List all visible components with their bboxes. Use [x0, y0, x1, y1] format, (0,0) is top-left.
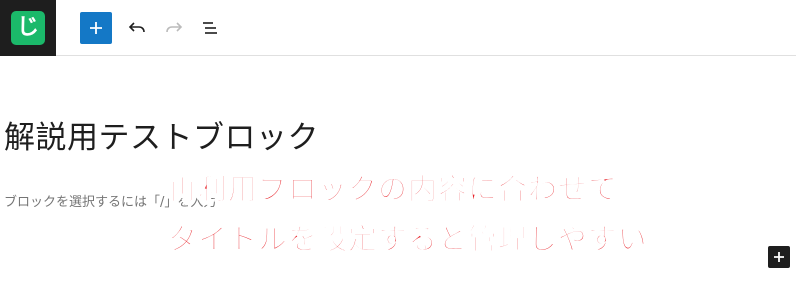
site-logo: じ	[11, 11, 45, 45]
redo-button[interactable]	[158, 12, 190, 44]
annotation-line-2: タイトルを設定すると管理しやすい	[168, 222, 648, 257]
post-title[interactable]: 解説用テストブロック	[4, 112, 319, 157]
site-logo-char: じ	[16, 15, 39, 40]
undo-button[interactable]	[121, 12, 153, 44]
block-inserter-button[interactable]	[768, 246, 790, 268]
document-overview-button[interactable]	[194, 12, 226, 44]
site-icon-button[interactable]: じ	[0, 0, 56, 56]
plus-icon	[774, 252, 784, 262]
editor-toolbar: じ	[0, 0, 796, 56]
list-view-icon	[203, 22, 217, 34]
add-block-button[interactable]	[80, 12, 112, 44]
plus-icon	[90, 22, 102, 34]
redo-icon	[166, 22, 183, 33]
annotation-line-1: 再利用ブロックの内容に合わせて	[167, 172, 619, 207]
undo-icon	[128, 22, 145, 33]
